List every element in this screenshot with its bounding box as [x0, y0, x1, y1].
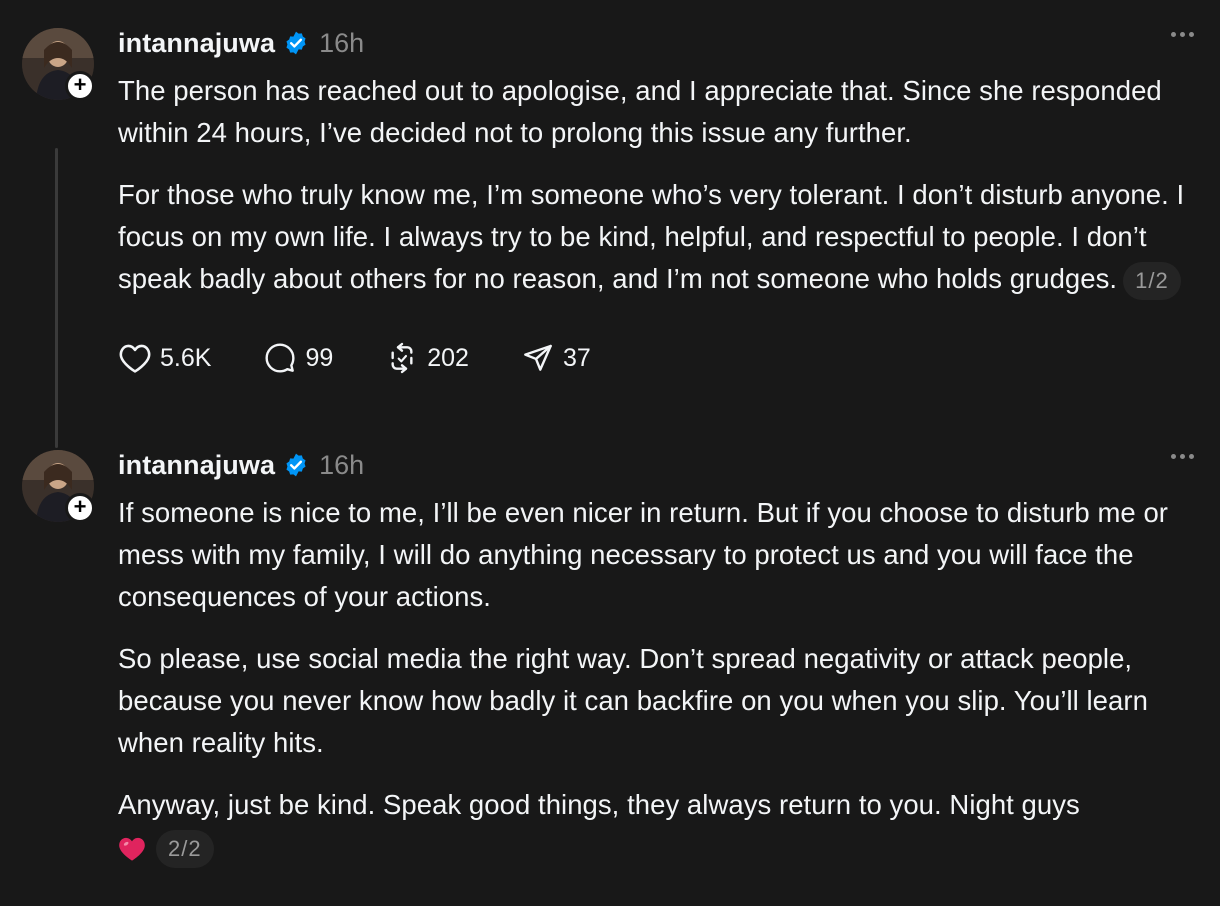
like-count: 5.6K [160, 343, 212, 372]
post-body: The person has reached out to apologise,… [118, 70, 1208, 300]
heart-outline-icon [119, 344, 151, 373]
page-indicator: 1/2 [1123, 261, 1181, 300]
verified-badge-icon [283, 30, 309, 56]
thread-feed: + intannajuwa 16h The person has reached… [0, 0, 1220, 906]
post-body: If someone is nice to me, I’ll be even n… [118, 492, 1208, 868]
post-content: intannajuwa 16h The person has reached o… [118, 28, 1208, 378]
repost-arrows-icon [391, 342, 413, 374]
reply-button[interactable]: 99 [263, 342, 333, 374]
post-timestamp: 16h [319, 27, 365, 58]
page-indicator: 2/2 [156, 829, 214, 868]
verified-badge-icon [283, 452, 309, 478]
post-paragraph-text: For those who truly know me, I’m someone… [118, 179, 1185, 294]
post-paragraph: So please, use social media the right wa… [118, 643, 1148, 758]
plus-icon: + [73, 72, 87, 97]
action-bar: 5.6K 99 202 37 [118, 338, 1208, 378]
plus-icon: + [73, 494, 87, 519]
repost-button[interactable]: 202 [385, 342, 469, 374]
post-header: intannajuwa 16h [118, 450, 1208, 480]
post-paragraph: Anyway, just be kind. Speak good things,… [118, 784, 1208, 868]
post-paragraph: For those who truly know me, I’m someone… [118, 174, 1208, 300]
repost-count: 202 [427, 343, 469, 372]
post-paragraph-text: Anyway, just be kind. Speak good things,… [118, 789, 1080, 820]
avatar-column: + [22, 28, 95, 101]
post-timestamp: 16h [319, 449, 365, 480]
avatar-column: + [22, 450, 95, 523]
username-link[interactable]: intannajuwa [118, 450, 275, 481]
more-options-button[interactable] [1171, 32, 1194, 37]
like-button[interactable]: 5.6K [118, 342, 211, 374]
paper-plane-icon [524, 344, 552, 371]
follow-button[interactable]: + [65, 493, 95, 523]
post-header: intannajuwa 16h [118, 28, 1208, 58]
share-count: 37 [562, 343, 591, 372]
thread-connector-line [55, 148, 58, 448]
ellipsis-icon [1171, 454, 1176, 459]
speech-bubble-icon [265, 343, 295, 373]
follow-button[interactable]: + [65, 71, 95, 101]
post-content: intannajuwa 16h If someone is nice to me… [118, 450, 1208, 906]
ellipsis-icon [1171, 32, 1176, 37]
post-paragraph: If someone is nice to me, I’ll be even n… [118, 497, 1169, 612]
share-button[interactable]: 37 [521, 342, 591, 374]
username-link[interactable]: intannajuwa [118, 28, 275, 59]
red-heart-emoji-icon [119, 837, 145, 861]
more-options-button[interactable] [1171, 454, 1194, 459]
reply-count: 99 [305, 343, 334, 372]
post-paragraph: The person has reached out to apologise,… [118, 75, 1162, 148]
